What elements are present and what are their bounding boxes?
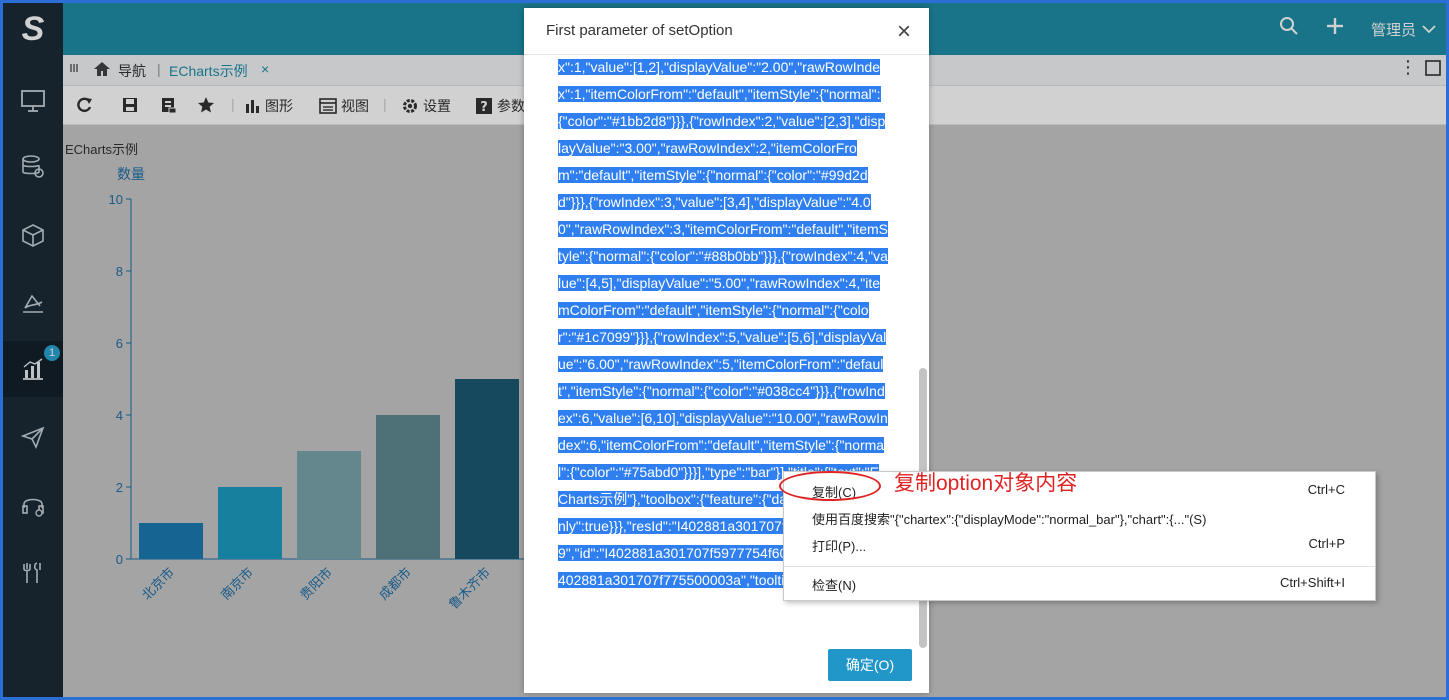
annotation-text: 复制option对象内容 [894,472,1078,495]
context-menu-print[interactable]: 打印(P)... Ctrl+P [784,531,1375,557]
context-menu-search[interactable]: 使用百度搜索"{"chartex":{"displayMode":"normal… [784,504,1375,530]
dialog-title: First parameter of setOption [546,22,733,39]
close-icon[interactable]: × [897,18,911,46]
app-frame: S 管理员 1 导航 | ECharts示例 × ⋮ | 图形 视图 | 设置 … [0,0,1449,700]
context-menu-divider [784,566,1375,567]
ok-button[interactable]: 确定(O) [828,649,912,681]
context-menu-inspect[interactable]: 检查(N) Ctrl+Shift+I [784,570,1375,596]
dialog-header: First parameter of setOption × [524,8,929,55]
highlight-ellipse [779,471,881,501]
